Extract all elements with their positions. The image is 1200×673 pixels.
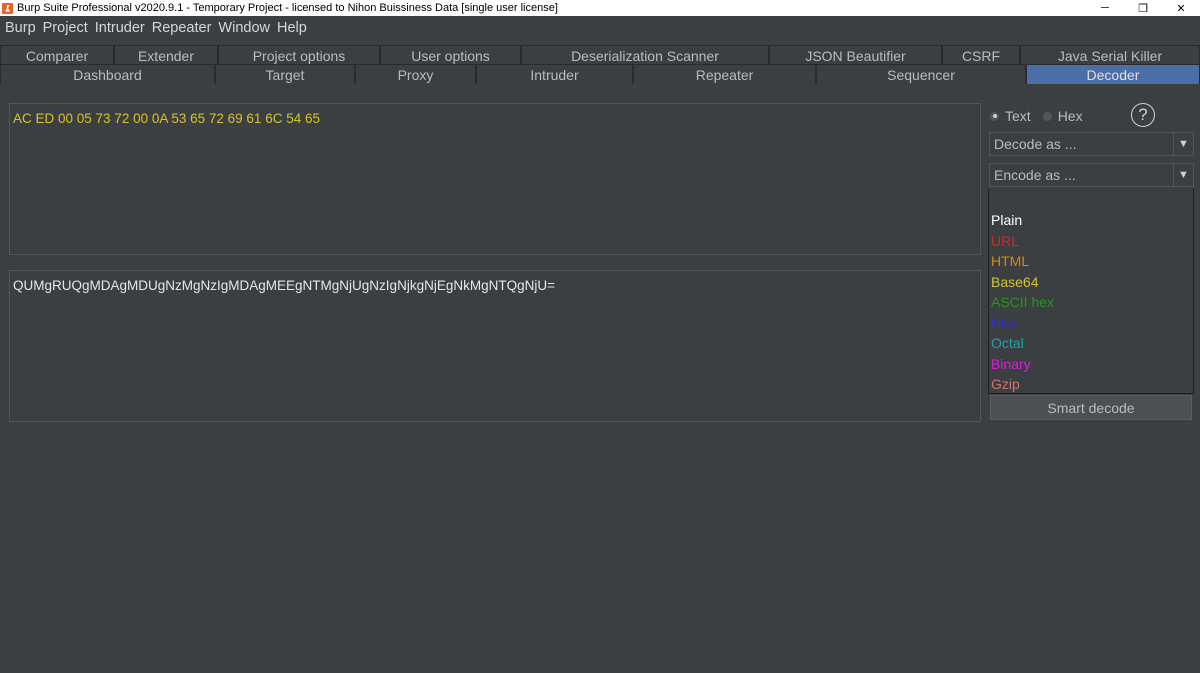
- tab-deserialization-scanner[interactable]: Deserialization Scanner: [521, 45, 769, 65]
- tab-decoder[interactable]: Decoder: [1026, 64, 1200, 84]
- tab-json-beautifier[interactable]: JSON Beautifier: [769, 45, 942, 65]
- decode-as-select[interactable]: Decode as ... ▼: [989, 132, 1194, 156]
- encode-option-url[interactable]: URL: [991, 233, 1019, 249]
- encode-option-html[interactable]: HTML: [991, 253, 1029, 269]
- burp-logo-icon: [2, 2, 13, 14]
- title-bar: Burp Suite Professional v2020.9.1 - Temp…: [0, 0, 1200, 16]
- decoder-input-editor[interactable]: AC ED 00 05 73 72 00 0A 53 65 72 69 61 6…: [9, 103, 981, 255]
- tab-sequencer[interactable]: Sequencer: [816, 64, 1026, 84]
- view-mode-radio-group: Text Hex: [990, 106, 1095, 126]
- decode-as-label: Decode as ...: [994, 136, 1077, 152]
- tab-row-upper: Comparer Extender Project options User o…: [0, 45, 1200, 65]
- minimize-button[interactable]: ─: [1086, 0, 1124, 16]
- smart-decode-button[interactable]: Smart decode: [990, 395, 1192, 420]
- tab-csrf[interactable]: CSRF: [942, 45, 1020, 65]
- text-radio[interactable]: [990, 111, 999, 121]
- tab-project-options[interactable]: Project options: [218, 45, 380, 65]
- tab-user-options[interactable]: User options: [380, 45, 521, 65]
- decoder-input-text: AC ED 00 05 73 72 00 0A 53 65 72 69 61 6…: [13, 111, 320, 126]
- encode-as-dropdown-list: Plain URL HTML Base64 ASCII hex Hex Octa…: [988, 189, 1194, 394]
- menu-intruder[interactable]: Intruder: [92, 20, 148, 36]
- encode-as-label: Encode as ...: [994, 167, 1076, 183]
- encode-option-binary[interactable]: Binary: [991, 356, 1031, 372]
- restore-button[interactable]: ❐: [1124, 0, 1162, 16]
- tab-dashboard[interactable]: Dashboard: [0, 64, 215, 84]
- tab-intruder[interactable]: Intruder: [476, 64, 633, 84]
- dropdown-arrow-icon[interactable]: ▼: [1173, 133, 1193, 155]
- menu-burp[interactable]: Burp: [2, 20, 39, 36]
- help-icon[interactable]: ?: [1131, 103, 1155, 127]
- menu-bar: Burp Project Intruder Repeater Window He…: [0, 16, 1200, 40]
- menu-help[interactable]: Help: [274, 20, 310, 36]
- encode-option-plain[interactable]: Plain: [991, 212, 1022, 228]
- decoder-output-text: QUMgRUQgMDAgMDUgNzMgNzIgMDAgMEEgNTMgNjUg…: [13, 278, 555, 293]
- encode-option-octal[interactable]: Octal: [991, 335, 1024, 351]
- dropdown-arrow-icon[interactable]: ▼: [1173, 164, 1193, 186]
- tab-repeater[interactable]: Repeater: [633, 64, 816, 84]
- text-radio-label[interactable]: Text: [1005, 108, 1031, 124]
- encode-option-hex[interactable]: Hex: [991, 315, 1016, 331]
- hex-radio-label[interactable]: Hex: [1058, 108, 1083, 124]
- hex-radio[interactable]: [1042, 111, 1052, 121]
- tab-proxy[interactable]: Proxy: [355, 64, 476, 84]
- close-button[interactable]: ✕: [1162, 0, 1200, 16]
- menu-project[interactable]: Project: [40, 20, 91, 36]
- tab-comparer[interactable]: Comparer: [0, 45, 114, 65]
- encode-as-select[interactable]: Encode as ... ▼: [989, 163, 1194, 187]
- encode-option-base64[interactable]: Base64: [991, 274, 1038, 290]
- window-title: Burp Suite Professional v2020.9.1 - Temp…: [17, 2, 558, 14]
- encode-option-ascii-hex[interactable]: ASCII hex: [991, 294, 1054, 310]
- tab-row-lower: Dashboard Target Proxy Intruder Repeater…: [0, 64, 1200, 84]
- tab-target[interactable]: Target: [215, 64, 355, 84]
- encode-option-gzip[interactable]: Gzip: [991, 376, 1020, 392]
- tab-extender[interactable]: Extender: [114, 45, 218, 65]
- tab-java-serial-killer[interactable]: Java Serial Killer: [1020, 45, 1200, 65]
- menu-window[interactable]: Window: [215, 20, 273, 36]
- menu-repeater[interactable]: Repeater: [149, 20, 215, 36]
- decoder-output-editor[interactable]: QUMgRUQgMDAgMDUgNzMgNzIgMDAgMEEgNTMgNjUg…: [9, 270, 981, 422]
